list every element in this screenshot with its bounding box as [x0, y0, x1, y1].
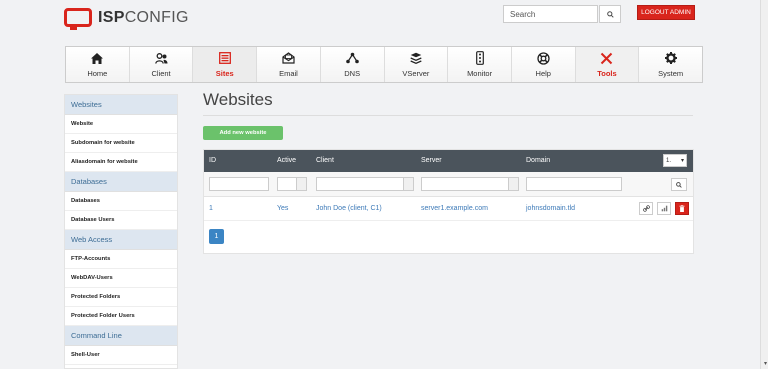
- sidebar-item-protected-folder-users[interactable]: Protected Folder Users: [65, 307, 177, 326]
- filter-id-input[interactable]: [209, 177, 269, 191]
- sites-icon: [218, 51, 232, 65]
- cell-id[interactable]: 1: [209, 205, 213, 212]
- nav-sites[interactable]: Sites: [193, 47, 258, 82]
- sidebar-item-webdav-users[interactable]: WebDAV-Users: [65, 269, 177, 288]
- sidebar-section-websites: Websites: [65, 95, 177, 115]
- title-divider: [203, 115, 693, 116]
- main-nav: Home Client Sites Email DNS VServer Moni…: [65, 46, 703, 83]
- column-id[interactable]: ID: [209, 157, 216, 164]
- search-icon: [606, 10, 614, 18]
- cell-domain[interactable]: johnsdomain.tld: [526, 205, 575, 212]
- column-client[interactable]: Client: [316, 157, 334, 164]
- websites-table: ID Active Client Server Domain 1. ▾ 1 Ye…: [203, 149, 694, 254]
- cell-server[interactable]: server1.example.com: [421, 205, 488, 212]
- search-button[interactable]: [599, 5, 621, 23]
- home-icon: [90, 51, 104, 65]
- sidebar-item-subdomain[interactable]: Subdomain for website: [65, 134, 177, 153]
- add-website-button[interactable]: Add new website: [203, 126, 283, 140]
- nav-system[interactable]: System: [639, 47, 703, 82]
- nav-tools[interactable]: Tools: [575, 47, 640, 82]
- users-icon: [154, 51, 168, 65]
- email-icon: [281, 51, 295, 65]
- nav-help[interactable]: Help: [511, 47, 576, 82]
- column-server[interactable]: Server: [421, 157, 442, 164]
- dns-icon: [345, 51, 359, 65]
- monitor-icon: [473, 51, 487, 65]
- brand-logo[interactable]: ISPCONFIG: [64, 8, 189, 30]
- filter-server-select[interactable]: [421, 177, 519, 191]
- logo-icon: [64, 8, 92, 30]
- page-title: Websites: [203, 90, 273, 109]
- page-scrollbar[interactable]: ▾: [760, 0, 768, 369]
- sidebar-item-databases[interactable]: Databases: [65, 192, 177, 211]
- nav-client[interactable]: Client: [129, 47, 194, 82]
- link-icon: [642, 205, 650, 212]
- table-header: ID Active Client Server Domain 1. ▾: [204, 150, 693, 172]
- sidebar-section-databases: Databases: [65, 172, 177, 192]
- sidebar: Websites Website Subdomain for website A…: [64, 94, 178, 369]
- nav-monitor[interactable]: Monitor: [448, 47, 512, 82]
- sidebar-item-aliasdomain[interactable]: Aliasdomain for website: [65, 153, 177, 172]
- sidebar-item-database-users[interactable]: Database Users: [65, 211, 177, 230]
- column-active[interactable]: Active: [277, 157, 296, 164]
- trash-icon: [679, 205, 685, 212]
- cell-client[interactable]: John Doe (client, C1): [316, 205, 382, 212]
- search-input[interactable]: Search: [503, 5, 598, 23]
- page-size-select[interactable]: 1. ▾: [663, 154, 687, 167]
- scroll-down-icon[interactable]: ▾: [764, 360, 767, 367]
- vserver-icon: [409, 51, 423, 65]
- filter-client-select[interactable]: [316, 177, 414, 191]
- gear-icon: [664, 51, 678, 65]
- sidebar-section-command-line: Command Line: [65, 326, 177, 346]
- filter-search-button[interactable]: [671, 178, 687, 191]
- filter-domain-input[interactable]: [526, 177, 622, 191]
- sidebar-item-website[interactable]: Website: [65, 115, 177, 134]
- table-row[interactable]: 1 Yes John Doe (client, C1) server1.exam…: [204, 197, 693, 221]
- nav-dns[interactable]: DNS: [320, 47, 385, 82]
- search-icon: [676, 181, 682, 188]
- pagination-page-1[interactable]: 1: [209, 229, 224, 244]
- brand-name: ISPCONFIG: [98, 8, 189, 26]
- sidebar-section-web-access: Web Access: [65, 230, 177, 250]
- nav-vserver[interactable]: VServer: [384, 47, 449, 82]
- column-domain[interactable]: Domain: [526, 157, 550, 164]
- delete-button[interactable]: [675, 202, 689, 215]
- sidebar-item-protected-folders[interactable]: Protected Folders: [65, 288, 177, 307]
- filter-active-select[interactable]: [277, 177, 307, 191]
- link-button[interactable]: [639, 202, 653, 215]
- logout-button[interactable]: LOGOUT ADMIN: [637, 5, 695, 20]
- bar-chart-icon: [661, 205, 667, 212]
- chevron-down-icon: [296, 178, 306, 190]
- cell-active[interactable]: Yes: [277, 205, 288, 212]
- sidebar-item-shell-user[interactable]: Shell-User: [65, 346, 177, 365]
- help-icon: [536, 51, 550, 65]
- tools-icon: [600, 51, 614, 65]
- filter-row: [204, 172, 693, 197]
- sidebar-item-ftp-accounts[interactable]: FTP-Accounts: [65, 250, 177, 269]
- statistics-button[interactable]: [657, 202, 671, 215]
- chevron-down-icon: ▾: [680, 158, 684, 164]
- nav-home[interactable]: Home: [66, 47, 130, 82]
- chevron-down-icon: [403, 178, 413, 190]
- nav-email[interactable]: Email: [257, 47, 321, 82]
- chevron-down-icon: [508, 178, 518, 190]
